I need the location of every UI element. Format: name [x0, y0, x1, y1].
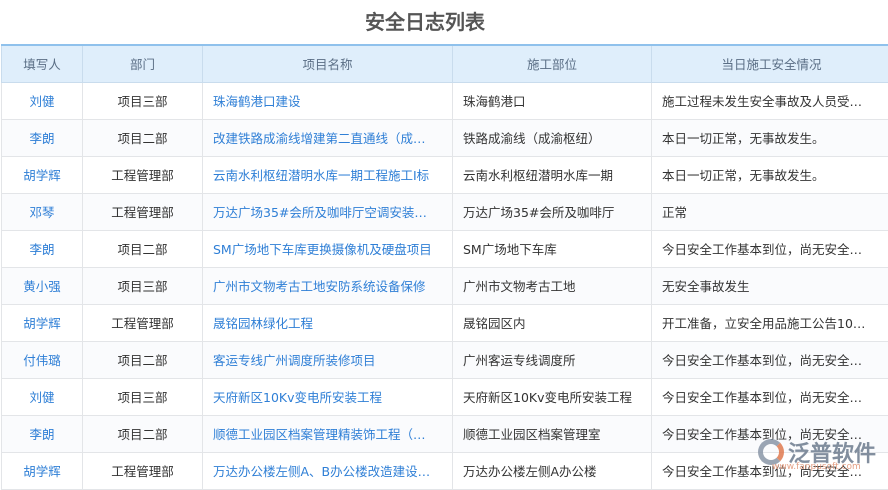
cell-site: SM广场地下车库: [453, 230, 652, 267]
cell-writer[interactable]: 胡学辉: [2, 452, 83, 489]
cell-project[interactable]: 云南水利枢纽潜明水库一期工程施工I标: [203, 156, 453, 193]
cell-dept: 项目三部: [83, 82, 203, 119]
column-header[interactable]: 填写人: [2, 45, 83, 82]
cell-project[interactable]: 万达办公楼左侧A、B办公楼改造建设…: [203, 452, 453, 489]
cell-dept: 项目二部: [83, 415, 203, 452]
table-row[interactable]: 邓琴工程管理部万达广场35#会所及咖啡厅空调安装…万达广场35#会所及咖啡厅正常: [2, 193, 888, 230]
column-header[interactable]: 当日施工安全情况: [652, 45, 888, 82]
cell-writer[interactable]: 李朗: [2, 119, 83, 156]
cell-site: 珠海鹤港口: [453, 82, 652, 119]
column-header[interactable]: 部门: [83, 45, 203, 82]
cell-site: 万达广场35#会所及咖啡厅: [453, 193, 652, 230]
cell-writer[interactable]: 李朗: [2, 230, 83, 267]
cell-status: 施工过程未发生安全事故及人员受…: [652, 82, 888, 119]
table-header: 填写人部门项目名称施工部位当日施工安全情况: [2, 45, 888, 82]
column-header[interactable]: 施工部位: [453, 45, 652, 82]
cell-dept: 项目二部: [83, 341, 203, 378]
cell-dept: 工程管理部: [83, 156, 203, 193]
table-row[interactable]: 付伟璐项目二部客运专线广州调度所装修项目广州客运专线调度所今日安全工作基本到位，…: [2, 341, 888, 378]
cell-status: 开工准备，立安全用品施工公告10…: [652, 304, 888, 341]
cell-dept: 项目二部: [83, 119, 203, 156]
cell-project[interactable]: 万达广场35#会所及咖啡厅空调安装…: [203, 193, 453, 230]
column-header[interactable]: 项目名称: [203, 45, 453, 82]
cell-writer[interactable]: 黄小强: [2, 267, 83, 304]
cell-project[interactable]: SM广场地下车库更换摄像机及硬盘项目: [203, 230, 453, 267]
table-row[interactable]: 胡学辉工程管理部云南水利枢纽潜明水库一期工程施工I标云南水利枢纽潜明水库一期本日…: [2, 156, 888, 193]
cell-project[interactable]: 客运专线广州调度所装修项目: [203, 341, 453, 378]
table-row[interactable]: 刘健项目三部珠海鹤港口建设珠海鹤港口施工过程未发生安全事故及人员受…: [2, 82, 888, 119]
cell-status: 正常: [652, 193, 888, 230]
watermark-logo: 泛普软件 www.fanpusoft.com: [758, 436, 876, 468]
cell-status: 无安全事故发生: [652, 267, 888, 304]
page-title: 安全日志列表: [0, 6, 850, 35]
cell-project[interactable]: 晟铭园林绿化工程: [203, 304, 453, 341]
cell-site: 天府新区10Kv变电所安装工程: [453, 378, 652, 415]
cell-project[interactable]: 顺德工业园区档案管理精装饰工程（…: [203, 415, 453, 452]
cell-project[interactable]: 天府新区10Kv变电所安装工程: [203, 378, 453, 415]
cell-site: 云南水利枢纽潜明水库一期: [453, 156, 652, 193]
cell-dept: 工程管理部: [83, 193, 203, 230]
table-row[interactable]: 李朗项目二部改建铁路成渝线增建第二直通线（成…铁路成渝线（成渝枢纽）本日一切正常…: [2, 119, 888, 156]
cell-status: 今日安全工作基本到位，尚无安全…: [652, 341, 888, 378]
cell-site: 万达办公楼左侧A办公楼: [453, 452, 652, 489]
table-row[interactable]: 李朗项目二部顺德工业园区档案管理精装饰工程（…顺德工业园区档案管理室今日安全工作…: [2, 415, 888, 452]
cell-writer[interactable]: 邓琴: [2, 193, 83, 230]
cell-dept: 工程管理部: [83, 304, 203, 341]
table-row[interactable]: 胡学辉工程管理部万达办公楼左侧A、B办公楼改造建设…万达办公楼左侧A办公楼今日安…: [2, 452, 888, 489]
table-row[interactable]: 胡学辉工程管理部晟铭园林绿化工程晟铭园区内开工准备，立安全用品施工公告10…: [2, 304, 888, 341]
cell-writer[interactable]: 胡学辉: [2, 304, 83, 341]
watermark-url: www.fanpusoft.com: [772, 462, 861, 472]
cell-writer[interactable]: 付伟璐: [2, 341, 83, 378]
safety-log-table: 填写人部门项目名称施工部位当日施工安全情况 刘健项目三部珠海鹤港口建设珠海鹤港口…: [1, 44, 888, 490]
table-row[interactable]: 刘健项目三部天府新区10Kv变电所安装工程天府新区10Kv变电所安装工程今日安全…: [2, 378, 888, 415]
cell-writer[interactable]: 胡学辉: [2, 156, 83, 193]
cell-project[interactable]: 改建铁路成渝线增建第二直通线（成…: [203, 119, 453, 156]
cell-site: 广州市文物考古工地: [453, 267, 652, 304]
cell-writer[interactable]: 刘健: [2, 82, 83, 119]
cell-writer[interactable]: 刘健: [2, 378, 83, 415]
table-row[interactable]: 黄小强项目三部广州市文物考古工地安防系统设备保修广州市文物考古工地无安全事故发生: [2, 267, 888, 304]
cell-dept: 工程管理部: [83, 452, 203, 489]
cell-status: 今日安全工作基本到位，尚无安全…: [652, 230, 888, 267]
cell-site: 顺德工业园区档案管理室: [453, 415, 652, 452]
cell-site: 广州客运专线调度所: [453, 341, 652, 378]
cell-dept: 项目三部: [83, 267, 203, 304]
cell-dept: 项目三部: [83, 378, 203, 415]
table-row[interactable]: 李朗项目二部SM广场地下车库更换摄像机及硬盘项目SM广场地下车库今日安全工作基本…: [2, 230, 888, 267]
cell-project[interactable]: 珠海鹤港口建设: [203, 82, 453, 119]
cell-writer[interactable]: 李朗: [2, 415, 83, 452]
cell-site: 晟铭园区内: [453, 304, 652, 341]
cell-status: 今日安全工作基本到位，尚无安全…: [652, 378, 888, 415]
cell-dept: 项目二部: [83, 230, 203, 267]
cell-status: 本日一切正常，无事故发生。: [652, 156, 888, 193]
cell-status: 本日一切正常，无事故发生。: [652, 119, 888, 156]
cell-project[interactable]: 广州市文物考古工地安防系统设备保修: [203, 267, 453, 304]
cell-site: 铁路成渝线（成渝枢纽）: [453, 119, 652, 156]
